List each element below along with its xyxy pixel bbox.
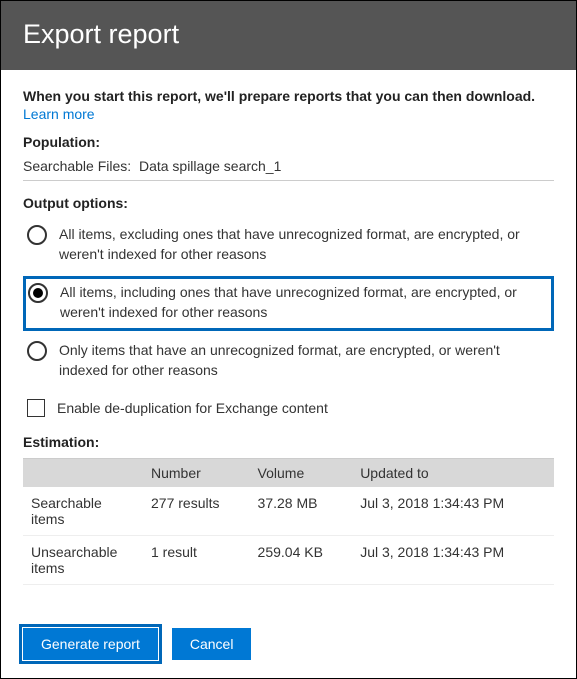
dialog-title: Export report (23, 19, 554, 50)
dialog-body: When you start this report, we'll prepar… (1, 70, 576, 628)
output-option-include[interactable]: All items, including ones that have unre… (23, 276, 554, 331)
cell-name: Unsearchable items (23, 536, 143, 585)
cancel-button[interactable]: Cancel (172, 628, 252, 660)
output-option-label: All items, including ones that have unre… (60, 283, 549, 322)
population-label: Population: (23, 134, 554, 150)
table-row: Unsearchable items 1 result 259.04 KB Ju… (23, 536, 554, 585)
output-option-only-unrecognized[interactable]: Only items that have an unrecognized for… (23, 335, 554, 388)
cell-volume: 259.04 KB (250, 536, 353, 585)
output-option-label: Only items that have an unrecognized for… (59, 341, 550, 380)
col-volume: Volume (250, 459, 353, 487)
cell-updated: Jul 3, 2018 1:34:43 PM (352, 536, 554, 585)
export-report-dialog: Export report When you start this report… (0, 0, 577, 679)
dialog-header: Export report (1, 1, 576, 70)
divider (23, 180, 554, 181)
checkbox-icon (27, 399, 45, 417)
generate-report-button[interactable]: Generate report (23, 628, 158, 660)
output-option-label: All items, excluding ones that have unre… (59, 225, 550, 264)
cell-number: 1 result (143, 536, 250, 585)
button-row: Generate report Cancel (1, 628, 576, 678)
cell-number: 277 results (143, 487, 250, 536)
col-updated: Updated to (352, 459, 554, 487)
dedup-checkbox-row[interactable]: Enable de-duplication for Exchange conte… (27, 399, 554, 419)
col-blank (23, 459, 143, 487)
population-value: Searchable Files: Data spillage search_1 (23, 158, 554, 174)
estimation-label: Estimation: (23, 434, 554, 450)
population-prefix: Searchable Files: (23, 158, 131, 174)
table-header-row: Number Volume Updated to (23, 459, 554, 487)
dedup-label: Enable de-duplication for Exchange conte… (57, 399, 328, 419)
population-name: Data spillage search_1 (139, 158, 281, 174)
col-number: Number (143, 459, 250, 487)
output-option-exclude[interactable]: All items, excluding ones that have unre… (23, 219, 554, 272)
output-options-label: Output options: (23, 195, 554, 211)
cell-volume: 37.28 MB (250, 487, 353, 536)
cell-name: Searchable items (23, 487, 143, 536)
radio-icon-checked (28, 283, 48, 303)
intro-text: When you start this report, we'll prepar… (23, 88, 554, 104)
estimation-table: Number Volume Updated to Searchable item… (23, 459, 554, 585)
cell-updated: Jul 3, 2018 1:34:43 PM (352, 487, 554, 536)
table-row: Searchable items 277 results 37.28 MB Ju… (23, 487, 554, 536)
learn-more-link[interactable]: Learn more (23, 106, 95, 122)
radio-icon (27, 341, 47, 361)
radio-icon (27, 225, 47, 245)
